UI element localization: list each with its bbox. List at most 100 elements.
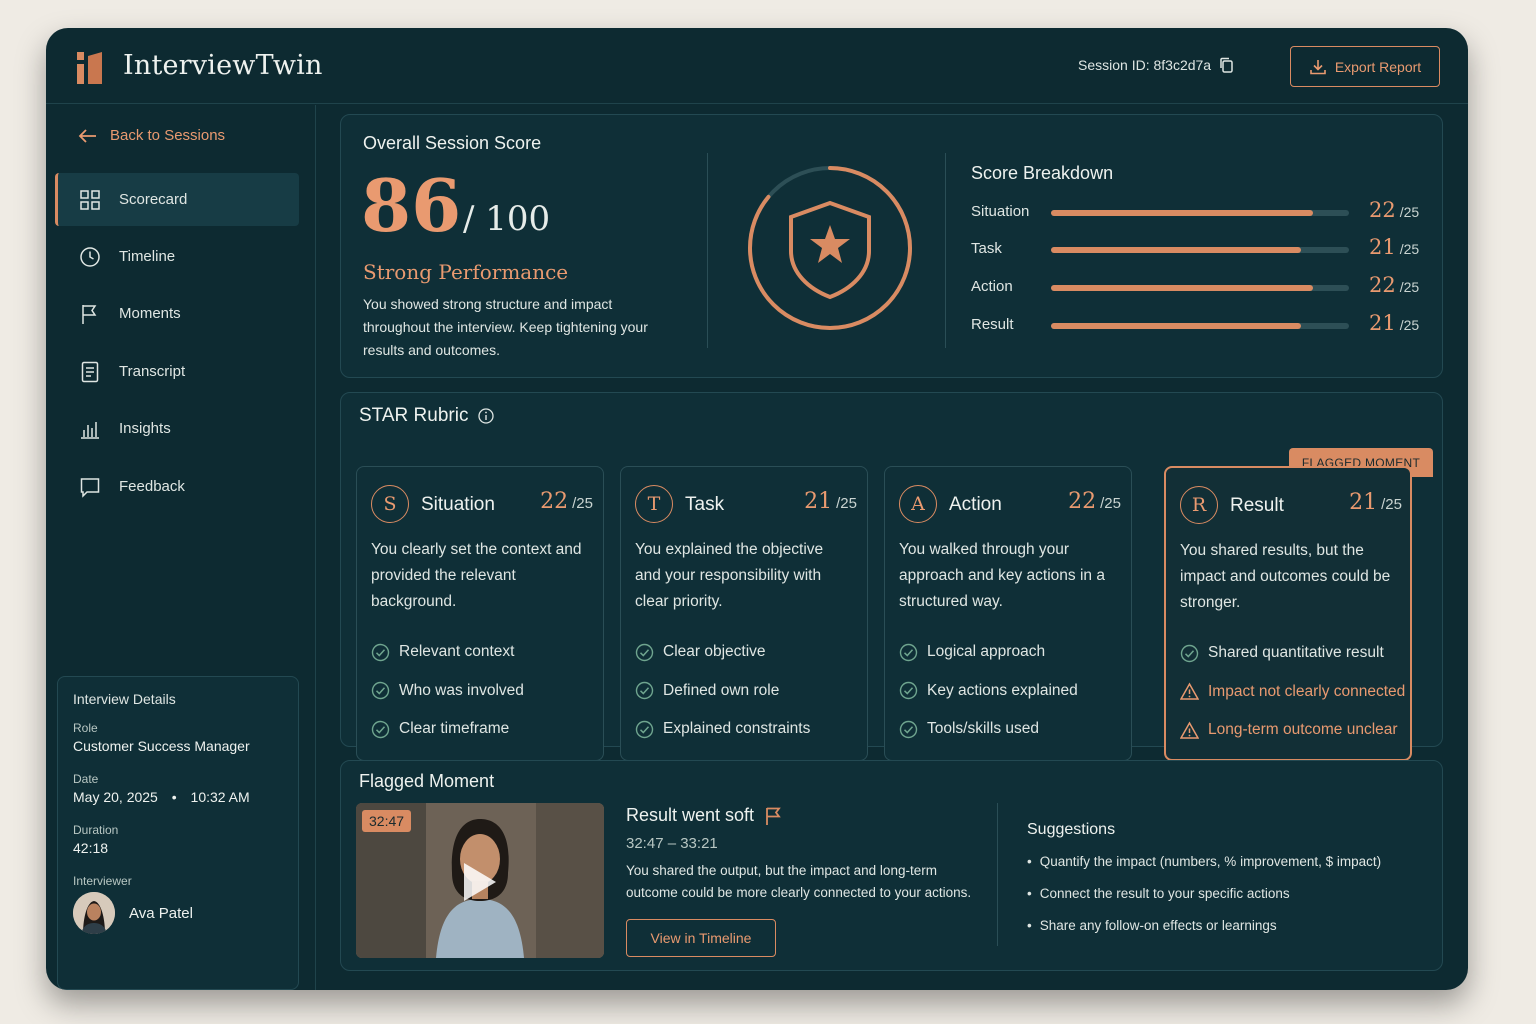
checklist-text: Clear timeframe <box>399 720 510 738</box>
score-ring <box>745 163 915 333</box>
time-text: 10:32 AM <box>190 789 250 805</box>
star-card-situation[interactable]: S Situation 22/25 You clearly set the co… <box>356 466 604 761</box>
avatar <box>73 892 115 934</box>
check-circle-icon <box>1180 644 1199 662</box>
star-card-score: 21/25 <box>1349 490 1402 515</box>
checklist-item: Explained constraints <box>635 710 870 749</box>
checklist-text: Relevant context <box>399 643 515 661</box>
date-text: May 20, 2025 <box>73 789 158 805</box>
star-card-task[interactable]: T Task 21/25 You explained the objective… <box>620 466 868 761</box>
progress-track <box>1051 285 1349 291</box>
video-thumbnail[interactable]: 32:47 <box>356 803 604 958</box>
check-circle-icon <box>635 682 654 700</box>
sidebar-item-label: Feedback <box>119 478 185 495</box>
star-card-header: S Situation 22/25 <box>371 485 593 523</box>
checklist-item: Long-term outcome unclear <box>1180 711 1415 750</box>
checklist-text: Clear objective <box>663 643 766 661</box>
shield-star-icon <box>789 200 871 300</box>
warning-icon <box>1180 721 1199 739</box>
star-card-name: Situation <box>421 494 495 515</box>
checklist-item: Clear timeframe <box>371 710 606 749</box>
interviewer: Ava Patel <box>73 892 283 934</box>
overall-score-value: 86 <box>361 163 462 248</box>
sidebar-item-scorecard[interactable]: Scorecard <box>55 173 299 226</box>
back-to-sessions-link[interactable]: Back to Sessions <box>78 127 225 144</box>
checklist-item: Defined own role <box>635 672 870 711</box>
sidebar: Back to Sessions Scorecard Timeline Mome… <box>46 105 316 990</box>
sidebar-item-timeline[interactable]: Timeline <box>55 230 299 283</box>
checklist-text: Explained constraints <box>663 720 811 738</box>
duration-value: 42:18 <box>73 840 109 856</box>
check-circle-icon <box>899 643 918 661</box>
progress-track <box>1051 247 1349 253</box>
check-circle-icon <box>371 682 390 700</box>
star-letter-badge: S <box>371 485 409 523</box>
suggestion-item: Share any follow-on effects or learnings <box>1027 918 1381 950</box>
star-card-result[interactable]: R Result 21/25 You shared results, but t… <box>1164 466 1412 761</box>
sidebar-item-insights[interactable]: Insights <box>55 402 299 455</box>
star-letter-badge: T <box>635 485 673 523</box>
performance-description: You showed strong structure and impact t… <box>363 296 648 358</box>
check-circle-icon <box>899 682 918 700</box>
star-card-description: You explained the objective and your res… <box>635 541 824 610</box>
suggestions-list: Quantify the impact (numbers, % improvem… <box>1027 854 1381 950</box>
progress-track <box>1051 210 1349 216</box>
divider <box>945 153 946 348</box>
document-icon <box>81 361 99 382</box>
grid-icon <box>80 189 100 210</box>
progress-fill <box>1051 323 1302 329</box>
star-rubric-card: STAR Rubric FLAGGED MOMENT S Situation 2… <box>340 392 1443 761</box>
sidebar-item-label: Timeline <box>119 248 176 265</box>
breakdown-row-result: Result 21/25 <box>971 311 1431 337</box>
breakdown-label: Task <box>971 240 1002 257</box>
checklist-text: Long-term outcome unclear <box>1208 721 1398 739</box>
checklist-item: Logical approach <box>899 633 1134 672</box>
star-card-checklist: Clear objective Defined own role Explained… <box>635 633 870 749</box>
app-window: InterviewTwin Session ID: 8f3c2d7a Expor… <box>46 28 1468 990</box>
breakdown-label: Result <box>971 316 1014 333</box>
breakdown-score: 21/25 <box>1369 235 1420 259</box>
sidebar-item-label: Transcript <box>119 363 186 380</box>
breakdown-label: Situation <box>971 203 1030 220</box>
overall-score-max: / 100 <box>463 199 551 239</box>
play-icon[interactable] <box>464 863 496 901</box>
interviewer-name: Ava Patel <box>129 904 193 922</box>
export-report-label: Export Report <box>1334 58 1422 75</box>
checklist-text: Defined own role <box>663 681 780 699</box>
star-letter-badge: A <box>899 485 937 523</box>
view-in-timeline-button[interactable]: View in Timeline <box>626 919 776 957</box>
star-card-description: You shared results, but the impact and o… <box>1180 542 1391 611</box>
progress-fill <box>1051 247 1302 253</box>
copy-icon[interactable] <box>1219 57 1233 73</box>
chat-icon <box>80 477 100 498</box>
star-rubric-title-text: STAR Rubric <box>359 405 469 426</box>
export-report-button[interactable]: Export Report <box>1290 46 1440 87</box>
bar-chart-icon <box>81 421 99 439</box>
interviewer-label: Interviewer <box>73 874 132 888</box>
sidebar-item-feedback[interactable]: Feedback <box>55 460 299 513</box>
breakdown-label: Action <box>971 278 1013 295</box>
sidebar-item-label: Moments <box>119 305 181 322</box>
score-breakdown-title: Score Breakdown <box>971 163 1114 183</box>
star-card-action[interactable]: A Action 22/25 You walked through your a… <box>884 466 1132 761</box>
star-card-name: Task <box>685 494 725 515</box>
star-card-header: A Action 22/25 <box>899 485 1121 523</box>
breakdown-row-task: Task 21/25 <box>971 235 1431 261</box>
checklist-text: Logical approach <box>927 643 1046 661</box>
suggestion-item: Quantify the impact (numbers, % improvem… <box>1027 854 1381 886</box>
sidebar-item-moments[interactable]: Moments <box>55 287 299 340</box>
star-card-name: Result <box>1230 495 1284 516</box>
check-circle-icon <box>371 720 390 738</box>
details-title: Interview Details <box>73 691 176 707</box>
suggestion-item: Connect the result to your specific acti… <box>1027 886 1381 918</box>
progress-fill <box>1051 210 1314 216</box>
flagged-heading-text: Result went soft <box>626 805 755 825</box>
star-card-header: R Result 21/25 <box>1180 486 1402 524</box>
checklist-text: Impact not clearly connected <box>1208 682 1406 700</box>
sidebar-item-transcript[interactable]: Transcript <box>55 345 299 398</box>
checklist-item: Tools/skills used <box>899 710 1134 749</box>
breakdown-score: 22/25 <box>1369 198 1420 222</box>
info-icon[interactable] <box>478 408 495 424</box>
flagged-heading: Result went soft <box>626 805 782 826</box>
checklist-text: Shared quantitative result <box>1208 644 1384 662</box>
